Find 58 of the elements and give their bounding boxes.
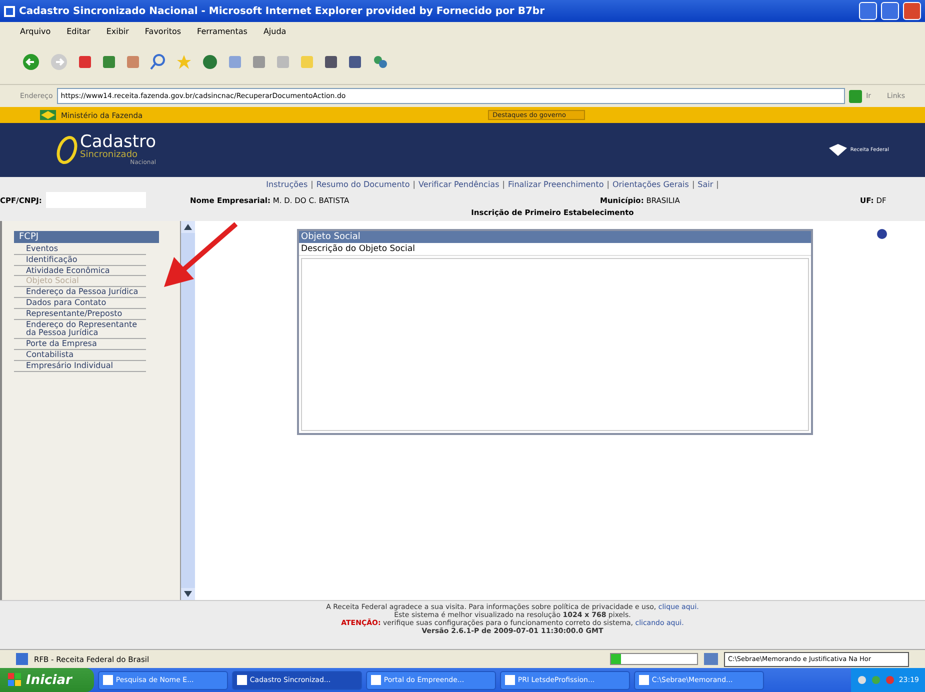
sidebar-heading: FCPJ: [14, 231, 159, 243]
help-icon[interactable]: [877, 229, 887, 239]
search-icon[interactable]: [150, 54, 166, 70]
sidebar-item[interactable]: Representante/Preposto: [14, 310, 146, 320]
window-icon: [236, 675, 247, 685]
description-field[interactable]: [301, 258, 809, 431]
start-button[interactable]: Iniciar: [0, 668, 94, 692]
separator-text: |: [716, 180, 719, 189]
nav-link[interactable]: Instruções: [266, 180, 308, 189]
agency-logo-icon: [829, 144, 848, 156]
separator-text: |: [310, 180, 314, 189]
separator-text: |: [692, 180, 695, 189]
people-icon[interactable]: [372, 54, 388, 70]
sidebar-item[interactable]: Contabilista: [14, 350, 146, 361]
sidebar-item[interactable]: Identificação: [14, 256, 146, 266]
minimize-button[interactable]: [859, 2, 877, 20]
star-icon[interactable]: [176, 54, 192, 70]
menu-item[interactable]: Exibir: [104, 26, 131, 36]
menu-item[interactable]: Arquivo: [18, 26, 53, 36]
field-label: Descrição do Objeto Social: [299, 243, 811, 256]
nav-link[interactable]: Sair: [698, 180, 714, 189]
window-icon: [102, 675, 113, 685]
scroll-down-icon[interactable]: [181, 588, 195, 600]
logo-title: Cadastro: [80, 134, 156, 151]
back-icon[interactable]: [22, 53, 40, 71]
sidebar-item[interactable]: Porte da Empresa: [14, 340, 146, 350]
window-icon: [504, 675, 515, 685]
scroll-up-icon[interactable]: [181, 221, 195, 233]
menu-item[interactable]: Favoritos: [142, 26, 184, 36]
sidebar-item[interactable]: Empresário Individual: [14, 362, 146, 372]
nav-link[interactable]: Resumo do Documento: [316, 180, 410, 189]
logo-subtitle: Sincronizado: [80, 151, 138, 160]
sidebar-item[interactable]: Endereço da Pessoa Jurídica: [14, 288, 146, 298]
windows-logo-icon: [8, 673, 22, 687]
nav-link[interactable]: Verificar Pendências: [418, 180, 500, 189]
maximize-button[interactable]: [881, 2, 899, 20]
flag-icon: [40, 110, 56, 120]
nav-link[interactable]: Orientações Gerais: [612, 180, 689, 189]
window-icon: [638, 675, 649, 685]
page-icon: [16, 653, 28, 665]
close-button[interactable]: [903, 2, 921, 20]
nav-link[interactable]: Finalizar Preenchimento: [508, 180, 604, 189]
sidebar-item[interactable]: Eventos: [14, 245, 146, 255]
sidebar-item[interactable]: Dados para Contato: [14, 298, 146, 309]
separator-text: |: [502, 180, 505, 189]
panel-title: Objeto Social: [299, 231, 811, 243]
separator-text: |: [606, 180, 610, 189]
window-title: Cadastro Sincronizado Nacional - Microsoft Internet Explorer provided by Fornecido por B7br: [19, 6, 546, 16]
separator-text: |: [412, 180, 416, 189]
sidebar-item[interactable]: Atividade Econômica: [14, 266, 146, 276]
menu-item[interactable]: Ajuda: [261, 26, 288, 36]
sidebar-item[interactable]: Endereço do Representante da Pessoa Jurídica: [14, 320, 146, 340]
swoosh-icon: [56, 135, 78, 165]
tray-icon[interactable]: [856, 675, 867, 685]
scrollbar[interactable]: [180, 221, 195, 600]
window-icon: [370, 675, 381, 685]
menu-item[interactable]: Ferramentas: [195, 26, 250, 36]
menu-item[interactable]: Editar: [64, 26, 92, 36]
